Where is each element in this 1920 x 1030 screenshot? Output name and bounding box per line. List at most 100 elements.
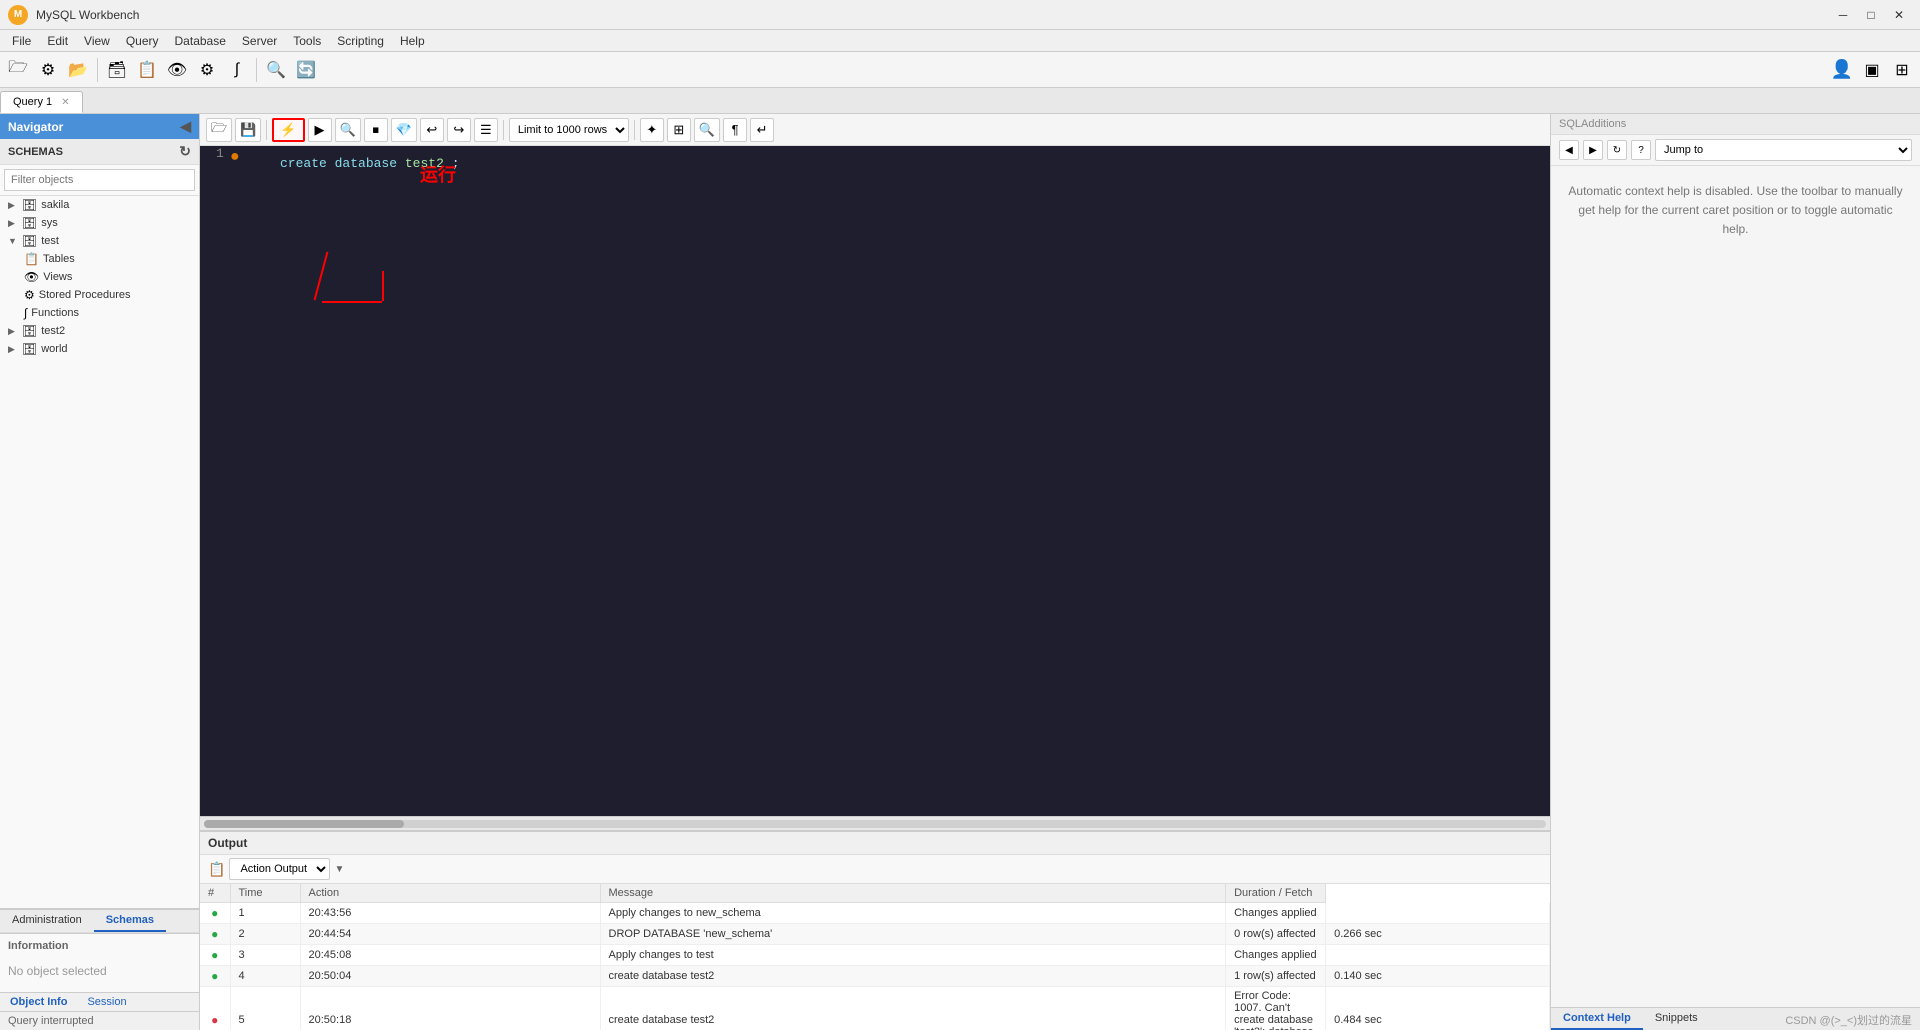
bottom-tab-bar: Administration Schemas: [0, 909, 199, 933]
menu-database[interactable]: Database: [167, 32, 234, 50]
create-schema-button[interactable]: 🗃: [103, 56, 131, 84]
cell-time: 20:43:56: [300, 903, 600, 924]
navigator-header: Navigator ◀: [0, 114, 199, 139]
close-tab-icon[interactable]: ✕: [61, 97, 69, 108]
schema-label-sys: sys: [41, 217, 58, 229]
window-controls: ─ □ ✕: [1830, 5, 1912, 25]
right-nav: ◀ ▶ ↻ ? Jump to: [1551, 135, 1920, 166]
table-row: ● 5 20:50:18 create database test2 Error…: [200, 987, 1550, 1030]
create-table-button[interactable]: 📋: [133, 56, 161, 84]
menu-server[interactable]: Server: [234, 32, 285, 50]
title-bar: M MySQL Workbench ─ □ ✕: [0, 0, 1920, 30]
schema-item-world[interactable]: ▶ 🗄 world: [0, 340, 199, 358]
menu-query[interactable]: Query: [118, 32, 167, 50]
context-help-tab[interactable]: Context Help: [1551, 1008, 1643, 1030]
action-output-select[interactable]: Action Output: [229, 858, 330, 880]
schema-icon-test2: 🗄: [22, 324, 37, 338]
refresh-help-button[interactable]: ↻: [1607, 140, 1627, 160]
format-button[interactable]: ⊞: [667, 118, 691, 142]
new-connection-button[interactable]: 🗁: [4, 56, 32, 84]
tables-label: Tables: [43, 253, 75, 265]
layout-button-2[interactable]: ⊞: [1888, 56, 1916, 84]
administration-tab[interactable]: Administration: [0, 910, 94, 932]
close-button[interactable]: ✕: [1886, 5, 1912, 25]
layout-button-1[interactable]: ▣: [1858, 56, 1886, 84]
schema-item-test2[interactable]: ▶ 🗄 test2: [0, 322, 199, 340]
schema-label-world: world: [41, 343, 67, 355]
stop-button[interactable]: ⏹: [364, 118, 388, 142]
open-file-button[interactable]: 🗁: [206, 118, 232, 142]
cell-status: ●: [200, 987, 230, 1030]
object-info-tab[interactable]: Object Info: [0, 993, 77, 1011]
horizontal-scrollbar[interactable]: [200, 816, 1550, 830]
schema-item-views[interactable]: 👁 Views: [0, 268, 199, 286]
cell-time: 20:45:08: [300, 945, 600, 966]
menu-help[interactable]: Help: [392, 32, 433, 50]
left-bottom: Administration Schemas Information No ob…: [0, 908, 199, 1030]
beautify-button[interactable]: ✦: [640, 118, 664, 142]
expand-arrow-sys: ▶: [8, 218, 18, 229]
expand-arrow-test: ▼: [8, 236, 18, 246]
schema-item-test[interactable]: ▼ 🗄 test: [0, 232, 199, 250]
expand-arrow-sakila: ▶: [8, 200, 18, 211]
open-script-button[interactable]: 📂: [64, 56, 92, 84]
create-procedure-button[interactable]: ⚙: [193, 56, 221, 84]
limit-rows-select[interactable]: Limit to 10 rowsLimit to 100 rowsLimit t…: [509, 118, 629, 142]
save-file-button[interactable]: 💾: [235, 118, 261, 142]
create-view-button[interactable]: 👁: [163, 56, 191, 84]
create-function-button[interactable]: ∫: [223, 56, 251, 84]
toggle-results-button[interactable]: ☰: [474, 118, 498, 142]
auto-help-button[interactable]: ?: [1631, 140, 1651, 160]
explain-button[interactable]: 🔍: [335, 118, 361, 142]
wrap-button[interactable]: ↵: [750, 118, 774, 142]
cell-id: 4: [230, 966, 300, 987]
refresh-schemas-button[interactable]: ↻: [179, 143, 191, 160]
query-editor[interactable]: 1 ● create database test2 ; 运行: [200, 146, 1550, 816]
manage-connections-button[interactable]: ⚙: [34, 56, 62, 84]
table-row: ● 1 20:43:56 Apply changes to new_schema…: [200, 903, 1550, 924]
find-button[interactable]: 🔍: [694, 118, 720, 142]
transactions-button[interactable]: 💎: [391, 118, 417, 142]
reconnect-button[interactable]: 🔄: [292, 56, 320, 84]
navigator-collapse-button[interactable]: ◀: [180, 118, 191, 135]
cell-time: 20:44:54: [300, 924, 600, 945]
query-tab-1[interactable]: Query 1 ✕: [0, 91, 83, 113]
minimize-button[interactable]: ─: [1830, 5, 1856, 25]
schema-item-stored-procedures[interactable]: ⚙ Stored Procedures: [0, 286, 199, 304]
schemas-tab[interactable]: Schemas: [94, 910, 166, 932]
session-tab[interactable]: Session: [77, 993, 136, 1011]
invisible-chars-button[interactable]: ¶: [723, 118, 747, 142]
execute-button[interactable]: ⚡: [272, 118, 304, 142]
menu-scripting[interactable]: Scripting: [329, 32, 392, 50]
rollback-button[interactable]: ↩: [420, 118, 444, 142]
profile-button[interactable]: 👤: [1828, 56, 1856, 84]
cell-time: 20:50:18: [300, 987, 600, 1030]
menu-edit[interactable]: Edit: [39, 32, 76, 50]
schemas-label: SCHEMAS: [8, 146, 63, 158]
maximize-button[interactable]: □: [1858, 5, 1884, 25]
filter-input[interactable]: [4, 169, 195, 191]
back-button[interactable]: ◀: [1559, 140, 1579, 160]
col-action: Action: [300, 884, 600, 903]
menu-file[interactable]: File: [4, 32, 39, 50]
schema-item-sakila[interactable]: ▶ 🗄 sakila: [0, 196, 199, 214]
execute-selection-button[interactable]: ▶: [308, 118, 332, 142]
menu-view[interactable]: View: [76, 32, 118, 50]
line-dot-1: ●: [230, 148, 240, 166]
output-icon: 📋: [208, 861, 225, 878]
schema-item-sys[interactable]: ▶ 🗄 sys: [0, 214, 199, 232]
cell-id: 5: [230, 987, 300, 1030]
schema-item-tables[interactable]: 📋 Tables: [0, 250, 199, 268]
commit-button[interactable]: ↪: [447, 118, 471, 142]
jump-to-select[interactable]: Jump to: [1655, 139, 1912, 161]
output-dropdown-arrow[interactable]: ▼: [334, 864, 344, 875]
output-rows: ● 1 20:43:56 Apply changes to new_schema…: [200, 903, 1550, 1030]
scroll-track[interactable]: [204, 820, 1546, 828]
schema-item-functions[interactable]: ∫ Functions: [0, 304, 199, 322]
scroll-thumb[interactable]: [204, 820, 404, 828]
menu-tools[interactable]: Tools: [285, 32, 329, 50]
search-button[interactable]: 🔍: [262, 56, 290, 84]
snippets-tab[interactable]: Snippets: [1643, 1008, 1710, 1030]
forward-button[interactable]: ▶: [1583, 140, 1603, 160]
editor-content[interactable]: 1 ● create database test2 ;: [200, 146, 1550, 816]
